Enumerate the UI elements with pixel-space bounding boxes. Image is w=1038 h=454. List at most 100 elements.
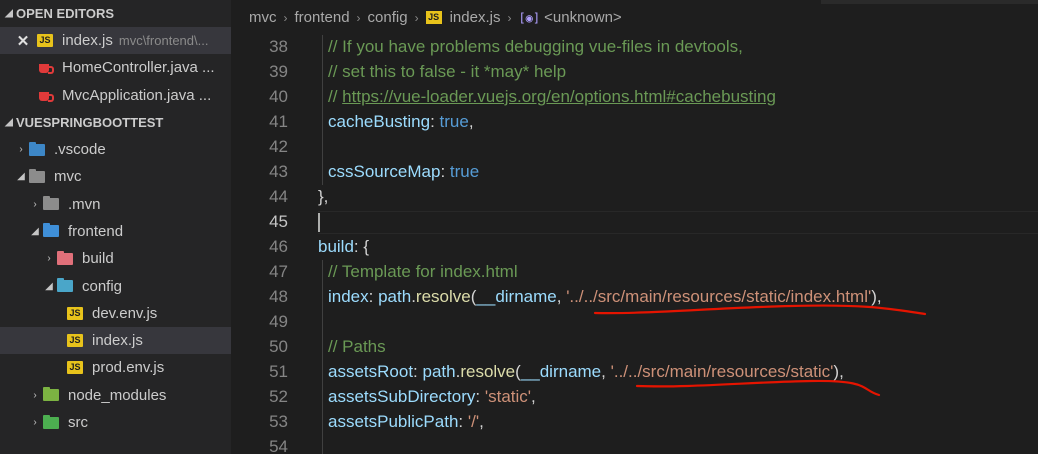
breadcrumb-item[interactable]: <unknown> <box>544 9 622 26</box>
breadcrumb-item[interactable]: index.js <box>450 9 501 26</box>
string-literal: 'static' <box>484 387 532 406</box>
vscode-folder-icon <box>28 141 46 157</box>
code-line: 51 assetsRoot: path.resolve(__dirname, '… <box>231 359 1038 385</box>
code-line: 43 cssSourceMap: true <box>231 159 1038 185</box>
js-file-icon: JS <box>66 306 84 320</box>
chevron-right-icon: › <box>356 10 361 25</box>
indent-guide <box>322 359 323 385</box>
tree-item-config[interactable]: ◢ config <box>0 272 231 299</box>
comment: // <box>328 87 343 106</box>
function-name: resolve <box>460 362 516 381</box>
line-number: 49 <box>269 312 288 331</box>
code-lines[interactable]: 38 // If you have problems debugging vue… <box>231 34 1038 454</box>
tree-item-mvc[interactable]: ◢ mvc <box>0 163 231 190</box>
symbol-icon: [◉] <box>518 10 541 25</box>
collapse-triangle-icon: ◢ <box>5 116 13 128</box>
comment-link[interactable]: https://vue-loader.vuejs.org/en/options.… <box>342 87 776 106</box>
comment: // Paths <box>328 337 386 356</box>
property-key: build <box>318 237 354 256</box>
indent-guide <box>322 59 323 85</box>
argument: __dirname <box>476 287 557 306</box>
indent-guide <box>322 134 323 160</box>
js-file-icon: JS <box>66 334 84 348</box>
code-line: 50 // Paths <box>231 334 1038 360</box>
open-editor-label: HomeController.java ... <box>62 59 215 77</box>
tree-item-frontend[interactable]: ◢ frontend <box>0 218 231 245</box>
breadcrumb-item[interactable]: frontend <box>295 9 350 26</box>
comment: // set this to false - it *may* help <box>328 62 567 81</box>
tree-item-build[interactable]: › build <box>0 245 231 272</box>
line-number: 45 <box>269 212 288 231</box>
chevron-down-icon: ◢ <box>17 171 25 183</box>
collapse-triangle-icon: ◢ <box>5 8 13 19</box>
property-key: assetsPublicPath <box>328 412 459 431</box>
chevron-right-icon: › <box>33 389 37 401</box>
tree-item-node-modules[interactable]: › node_modules <box>0 382 231 409</box>
open-editors-header[interactable]: ◢ OPEN EDITORS <box>0 0 231 27</box>
code-line-current: 45 <box>231 210 1038 235</box>
folder-icon <box>42 196 60 211</box>
comment: // Template for index.html <box>328 262 518 281</box>
chevron-right-icon: › <box>33 417 37 428</box>
property-key: assetsSubDirectory <box>328 387 476 406</box>
code-line: 40 // https://vue-loader.vuejs.org/en/op… <box>231 84 1038 110</box>
indent-guide <box>322 384 323 410</box>
breadcrumb: mvc › frontend › config › JS index.js › … <box>231 0 1038 35</box>
open-editor-item-mvcapplication[interactable]: MvcApplication.java ... <box>0 82 231 109</box>
tree-item-index-js[interactable]: JS index.js <box>0 326 231 355</box>
indent-guide <box>322 409 323 435</box>
open-editor-label: index.js <box>62 32 113 50</box>
open-editors-title: OPEN EDITORS <box>16 6 115 21</box>
tree-item-dev-env-js[interactable]: JS dev.env.js <box>0 300 231 327</box>
project-title: VUESPRINGBOOTTEST <box>16 114 164 130</box>
indent-guide <box>322 84 323 110</box>
property-key: assetsRoot <box>328 362 414 381</box>
open-editor-item-homecontroller[interactable]: HomeController.java ... <box>0 54 231 81</box>
line-number: 51 <box>269 362 288 381</box>
line-number: 50 <box>269 337 288 356</box>
breadcrumb-item[interactable]: config <box>368 9 408 26</box>
js-file-icon: JS <box>425 11 442 24</box>
tree-item-prod-env-js[interactable]: JS prod.env.js <box>0 354 231 381</box>
indent-guide <box>322 109 323 135</box>
line-number: 47 <box>269 262 288 281</box>
breadcrumb-item[interactable]: mvc <box>249 9 277 26</box>
build-folder-icon <box>56 250 74 266</box>
comment: // If you have problems debugging vue-fi… <box>328 37 743 56</box>
tree-label: .vscode <box>54 141 106 159</box>
argument: __dirname <box>520 362 602 381</box>
line-number: 41 <box>269 112 288 131</box>
java-file-icon <box>36 61 54 75</box>
string-literal: '../../src/main/resources/static/index.h… <box>566 287 872 306</box>
tree-item-mvn[interactable]: › .mvn <box>0 190 231 217</box>
code-line: 42 <box>231 134 1038 160</box>
scrollbar-indicator[interactable] <box>821 0 1038 4</box>
close-icon[interactable]: ✕ <box>15 32 31 50</box>
code-editor[interactable]: mvc › frontend › config › JS index.js › … <box>231 0 1038 454</box>
code-line: 48 index: path.resolve(__dirname, '../..… <box>231 284 1038 310</box>
text-cursor <box>318 212 320 232</box>
folder-open-icon <box>42 223 60 238</box>
tree-item-src[interactable]: › src <box>0 409 231 436</box>
code-line: 52 assetsSubDirectory: 'static', <box>231 384 1038 410</box>
project-header[interactable]: ◢ VUESPRINGBOOTTEST <box>0 109 231 136</box>
java-file-icon <box>36 88 54 102</box>
property-key: index <box>328 287 369 306</box>
tree-item-vscode[interactable]: › .vscode <box>0 136 231 163</box>
folder-open-icon <box>28 168 46 184</box>
object-name: path <box>378 287 412 306</box>
open-editor-item-index-js[interactable]: ✕ JS index.js mvc\frontend\... <box>0 27 231 55</box>
chevron-down-icon: ◢ <box>45 280 53 292</box>
code-text: }, <box>318 187 329 206</box>
boolean-value: true <box>439 112 469 131</box>
indent-guide <box>322 284 323 310</box>
line-number: 42 <box>269 137 288 156</box>
tree-label: build <box>82 250 114 268</box>
chevron-right-icon: › <box>283 10 288 25</box>
line-number: 44 <box>269 187 288 206</box>
indent-guide <box>322 434 323 454</box>
indent-guide <box>322 334 323 360</box>
line-number: 39 <box>269 62 288 81</box>
function-name: resolve <box>415 287 471 306</box>
code-line: 46 build: { <box>231 235 1038 260</box>
